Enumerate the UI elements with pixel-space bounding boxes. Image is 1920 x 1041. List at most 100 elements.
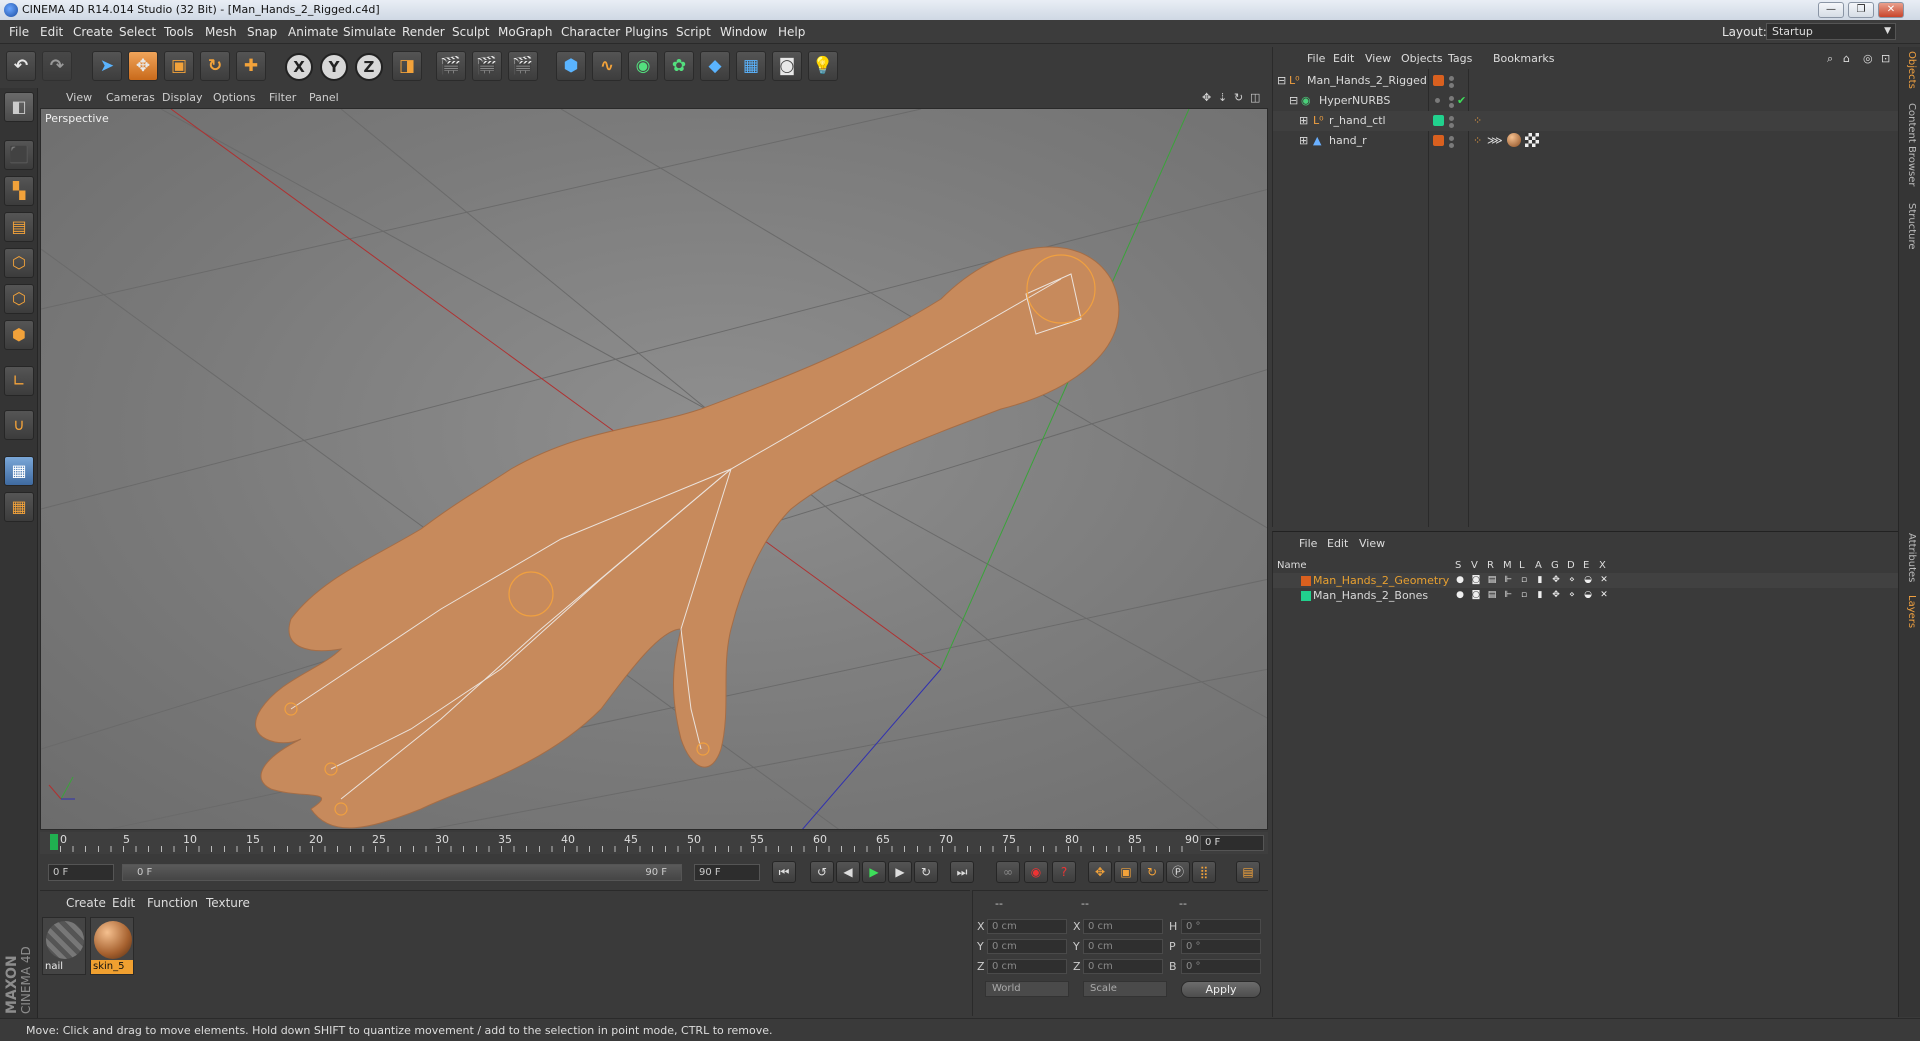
render-icon[interactable]: ▤ [1487, 575, 1497, 585]
expand-toggle[interactable]: ⊟ [1277, 74, 1286, 87]
manager-icon[interactable]: ⊩ [1503, 590, 1513, 600]
next-key-button[interactable]: ↻ [914, 861, 938, 883]
object-row[interactable]: ⊟ ◉ HyperNURBS ✔ [1273, 91, 1899, 111]
perspective-viewport[interactable]: Perspective [40, 108, 1268, 830]
render-visibility-dot[interactable] [1449, 103, 1454, 108]
material-tag-icon[interactable] [1507, 133, 1521, 147]
constraint-tag-icon[interactable]: ⁘ [1473, 134, 1482, 147]
view-eye-icon[interactable]: ◙ [1471, 575, 1481, 585]
close-button[interactable]: ✕ [1878, 2, 1904, 18]
object-row[interactable]: ⊞ L⁰ r_hand_ctl ⁘ [1273, 111, 1899, 131]
menu-simulate[interactable]: Simulate [343, 25, 396, 39]
position-y-field[interactable]: 0 cm [987, 939, 1067, 954]
go-to-start-button[interactable]: ⏮ [772, 861, 796, 883]
y-axis-button[interactable]: Y [320, 53, 348, 81]
render-settings-button[interactable]: 🎬 [508, 51, 538, 81]
key-scale-button[interactable]: ▣ [1114, 861, 1138, 883]
layer-color-chip[interactable] [1301, 591, 1311, 601]
constraint-tag-icon[interactable]: ⁘ [1473, 114, 1482, 127]
layer-row[interactable]: Man_Hands_2_Geometry ● ◙ ▤ ⊩ ▫ ▮ ✥ ⋄ ◒ ✕ [1273, 573, 1899, 588]
render-visibility-dot[interactable] [1449, 123, 1454, 128]
toggle-views-icon[interactable]: ◫ [1250, 91, 1260, 104]
make-editable-button[interactable]: ◧ [4, 92, 34, 122]
last-tool-button[interactable]: ✚ [236, 51, 266, 81]
add-cube-button[interactable]: ⬢ [556, 51, 586, 81]
render-visibility-dot[interactable] [1449, 143, 1454, 148]
column-header-name[interactable]: Name [1277, 560, 1307, 571]
playhead-marker[interactable] [50, 834, 58, 850]
deformer-icon[interactable]: ⋄ [1567, 590, 1577, 600]
column-header-view[interactable]: V [1471, 560, 1478, 571]
column-header-xref[interactable]: X [1599, 560, 1606, 571]
editor-visibility-dot[interactable] [1449, 96, 1454, 101]
render-picture-viewer-button[interactable]: 🎬 [472, 51, 502, 81]
expand-toggle[interactable]: ⊞ [1299, 134, 1308, 147]
axis-mode-button[interactable]: ∟ [4, 366, 34, 396]
objects-menu-objects[interactable]: Objects [1401, 52, 1443, 65]
home-icon[interactable]: ⌂ [1843, 52, 1850, 65]
scale-tool-button[interactable]: ▣ [164, 51, 194, 81]
z-axis-button[interactable]: Z [355, 53, 383, 81]
points-mode-button[interactable]: ⬡ [4, 248, 34, 278]
column-header-generators[interactable]: G [1551, 560, 1559, 571]
objects-menu-bookmarks[interactable]: Bookmarks [1493, 52, 1554, 65]
column-header-manager[interactable]: M [1503, 560, 1512, 571]
layers-menu-file[interactable]: File [1299, 537, 1317, 550]
render-view-button[interactable]: 🎬 [436, 51, 466, 81]
coordinate-system-button[interactable]: ◨ [392, 51, 422, 81]
size-y-field[interactable]: 0 cm [1083, 939, 1163, 954]
object-row[interactable]: ⊞ ▲ hand_r ⁘ ⋙ [1273, 131, 1899, 151]
objects-menu-file[interactable]: File [1307, 52, 1325, 65]
undo-button[interactable]: ↶ [6, 51, 36, 81]
material-menu-texture[interactable]: Texture [206, 896, 250, 910]
add-light-button[interactable]: 💡 [808, 51, 838, 81]
enabled-checkmark-icon[interactable]: ✔ [1457, 94, 1466, 107]
workplane-align-button[interactable]: ▦ [4, 492, 34, 522]
menu-render[interactable]: Render [402, 25, 445, 39]
column-header-locked[interactable]: L [1519, 560, 1525, 571]
objects-menu-edit[interactable]: Edit [1333, 52, 1354, 65]
tab-content-browser[interactable]: Content Browser [1903, 103, 1917, 186]
generator-icon[interactable]: ✥ [1551, 575, 1561, 585]
solo-icon[interactable]: ● [1455, 590, 1465, 600]
position-x-field[interactable]: 0 cm [987, 919, 1067, 934]
next-frame-button[interactable]: ▶ [888, 861, 912, 883]
column-header-animation[interactable]: A [1535, 560, 1542, 571]
tab-structure[interactable]: Structure [1903, 203, 1917, 250]
menu-window[interactable]: Window [720, 25, 767, 39]
layer-color-chip[interactable] [1301, 576, 1311, 586]
viewport-menu-view[interactable]: View [66, 91, 92, 104]
autokey-button[interactable]: ? [1052, 861, 1076, 883]
weight-tag-icon[interactable]: ⋙ [1487, 134, 1503, 147]
texture-mode-button[interactable]: ▚ [4, 176, 34, 206]
menu-tools[interactable]: Tools [164, 25, 194, 39]
menu-mograph[interactable]: MoGraph [498, 25, 553, 39]
column-header-deformers[interactable]: D [1567, 560, 1575, 571]
new-window-icon[interactable]: ⊡ [1881, 52, 1890, 65]
render-icon[interactable]: ▤ [1487, 590, 1497, 600]
maximize-button[interactable]: ❐ [1848, 2, 1874, 18]
menu-animate[interactable]: Animate [288, 25, 338, 39]
minimize-button[interactable]: — [1818, 2, 1844, 18]
lock-icon[interactable]: ▫ [1519, 590, 1529, 600]
search-icon[interactable]: ⌕ [1827, 52, 1833, 66]
rotation-b-field[interactable]: 0 ° [1181, 959, 1261, 974]
add-camera-button[interactable]: ◙ [772, 51, 802, 81]
frame-range-slider[interactable]: 0 F 90 F [122, 864, 682, 881]
layers-menu-view[interactable]: View [1359, 537, 1385, 550]
view-eye-icon[interactable]: ◙ [1471, 590, 1481, 600]
timeline-ruler[interactable]: 0 5 10 15 20 25 30 35 40 45 50 55 60 65 … [40, 832, 1268, 854]
layer-row[interactable]: Man_Hands_2_Bones ● ◙ ▤ ⊩ ▫ ▮ ✥ ⋄ ◒ ✕ [1273, 588, 1899, 603]
menu-snap[interactable]: Snap [247, 25, 277, 39]
xref-icon[interactable]: ✕ [1599, 575, 1609, 585]
menu-create[interactable]: Create [73, 25, 113, 39]
expand-toggle[interactable]: ⊞ [1299, 114, 1308, 127]
viewport-menu-filter[interactable]: Filter [269, 91, 296, 104]
render-visibility-dot[interactable] [1449, 83, 1454, 88]
expression-icon[interactable]: ◒ [1583, 575, 1593, 585]
tab-objects[interactable]: Objects [1903, 51, 1917, 89]
snap-button[interactable]: ∪ [4, 410, 34, 440]
xref-icon[interactable]: ✕ [1599, 590, 1609, 600]
current-frame-field[interactable]: 0 F [1200, 835, 1264, 851]
go-to-end-button[interactable]: ⏭ [950, 861, 974, 883]
